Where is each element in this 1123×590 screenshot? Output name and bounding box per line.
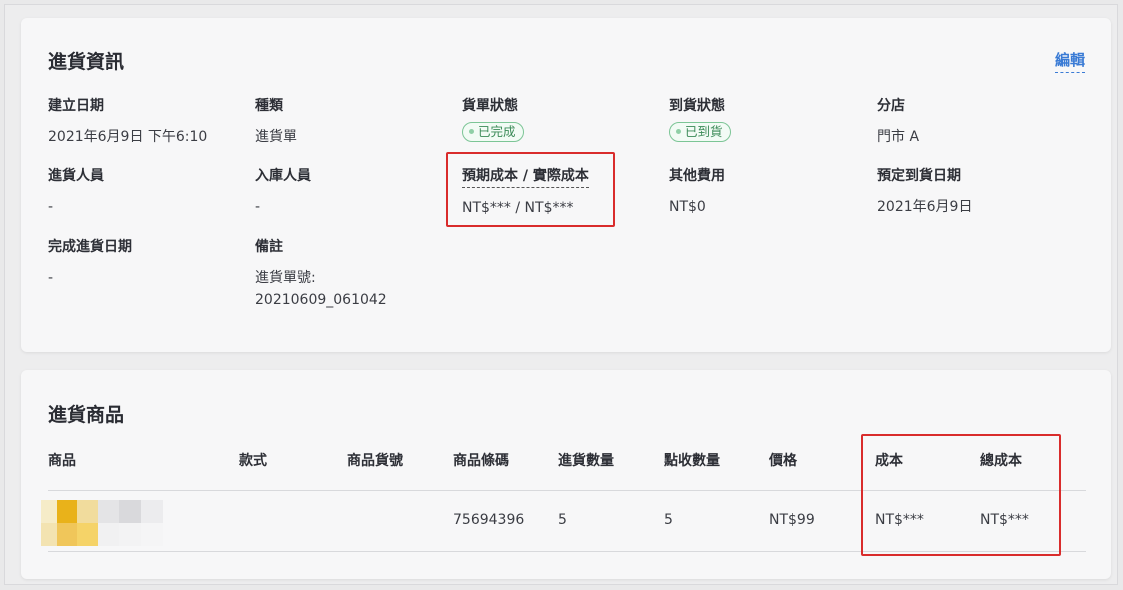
order-status-field: 貨單狀態 已完成 [462, 95, 657, 142]
page-frame: 進貨資訊 編輯 建立日期 2021年6月9日 下午6:10 種類 進貨單 貨單狀… [4, 4, 1118, 585]
type-label: 種類 [255, 98, 283, 114]
expected-arrival-field: 預定到貨日期 2021年6月9日 [877, 165, 1072, 218]
created-date-field: 建立日期 2021年6月9日 下午6:10 [48, 95, 243, 148]
cost-highlight-box [446, 152, 615, 227]
purchase-info-card: 進貨資訊 編輯 建立日期 2021年6月9日 下午6:10 種類 進貨單 貨單狀… [21, 18, 1111, 352]
cost-columns-highlight-box [861, 434, 1061, 556]
col-header-received-qty: 點收數量 [664, 453, 720, 469]
order-status-badge: 已完成 [462, 122, 524, 142]
completed-date-field: 完成進貨日期 - [48, 236, 243, 289]
arrival-status-badge: 已到貨 [669, 122, 731, 142]
col-header-product: 商品 [48, 453, 76, 469]
other-fees-field: 其他費用 NT$0 [669, 165, 864, 218]
col-header-ordered-qty: 進貨數量 [558, 453, 614, 469]
col-header-price: 價格 [769, 453, 797, 469]
purchase-info-title: 進貨資訊 [48, 51, 125, 73]
purchase-items-title: 進貨商品 [48, 404, 125, 426]
created-date-value: 2021年6月9日 下午6:10 [48, 129, 208, 145]
purchaser-label: 進貨人員 [48, 168, 104, 184]
expected-arrival-label: 預定到貨日期 [877, 168, 961, 184]
type-value: 進貨單 [255, 129, 297, 145]
status-dot-icon [676, 129, 681, 134]
arrival-status-label: 到貨狀態 [669, 98, 725, 114]
remarks-field: 備註 進貨單號: 20210609_061042 [255, 236, 450, 311]
arrival-status-badge-text: 已到貨 [685, 124, 723, 139]
created-date-label: 建立日期 [48, 98, 104, 114]
branch-label: 分店 [877, 98, 905, 114]
cell-received-qty: 5 [664, 512, 673, 528]
remarks-label: 備註 [255, 239, 283, 255]
completed-date-value: - [48, 270, 54, 286]
purchaser-value: - [48, 199, 54, 215]
type-field: 種類 進貨單 [255, 95, 450, 148]
remarks-line-2: 20210609_061042 [255, 292, 387, 308]
branch-value: 門市 A [877, 129, 920, 145]
other-fees-value: NT$0 [669, 199, 706, 215]
receiver-value: - [255, 199, 261, 215]
receiver-label: 入庫人員 [255, 168, 311, 184]
purchaser-field: 進貨人員 - [48, 165, 243, 218]
remarks-line-1: 進貨單號: [255, 270, 316, 286]
product-thumbnail [41, 500, 163, 546]
purchase-items-card: 進貨商品 商品 款式 商品貨號 商品條碼 進貨數量 點收數量 價格 成本 總成本 [21, 370, 1111, 579]
completed-date-label: 完成進貨日期 [48, 239, 132, 255]
cell-ordered-qty: 5 [558, 512, 567, 528]
col-header-style: 款式 [239, 453, 267, 469]
order-status-badge-text: 已完成 [478, 124, 516, 139]
edit-link[interactable]: 編輯 [1054, 49, 1085, 73]
cell-price: NT$99 [769, 512, 815, 528]
other-fees-label: 其他費用 [669, 168, 725, 184]
branch-field: 分店 門市 A [877, 95, 1072, 148]
col-header-barcode: 商品條碼 [453, 453, 509, 469]
expected-arrival-value: 2021年6月9日 [877, 199, 973, 215]
arrival-status-field: 到貨狀態 已到貨 [669, 95, 864, 142]
receiver-field: 入庫人員 - [255, 165, 450, 218]
status-dot-icon [469, 129, 474, 134]
order-status-label: 貨單狀態 [462, 98, 518, 114]
cell-barcode: 75694396 [453, 512, 525, 528]
col-header-sku: 商品貨號 [347, 453, 403, 469]
